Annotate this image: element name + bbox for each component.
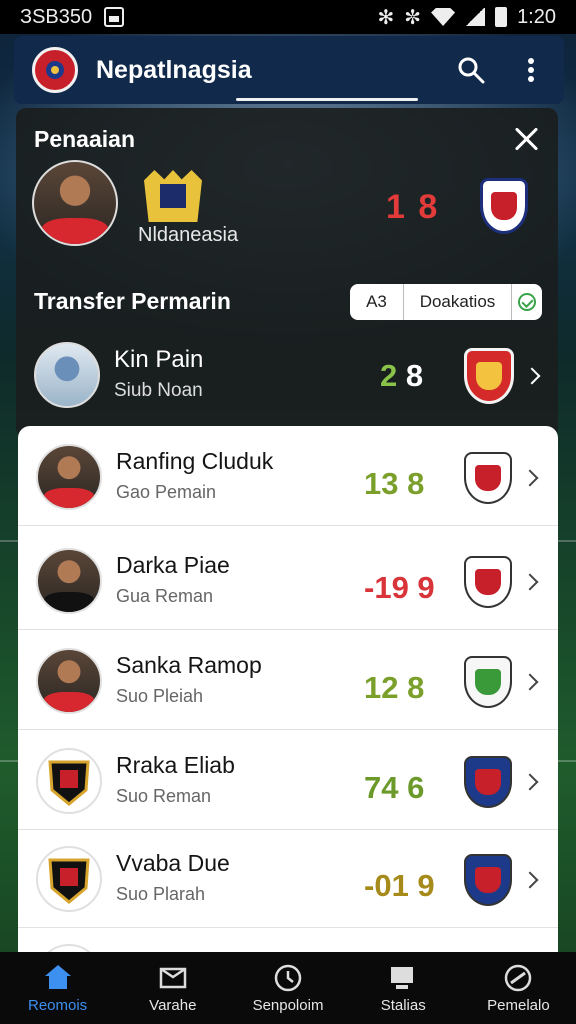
- battery-icon: [495, 7, 508, 27]
- list-item-score: 12 8: [364, 670, 425, 705]
- avatar: [36, 548, 102, 614]
- avatar: [32, 160, 118, 246]
- bluetooth-icon: ✻: [377, 6, 395, 29]
- opponent-crest-icon: [480, 178, 528, 234]
- avatar: [36, 444, 102, 510]
- player-score: 2 8: [380, 358, 424, 393]
- chevron-right-icon: [523, 367, 541, 385]
- nav-label: Senpoloim: [252, 996, 324, 1014]
- list-item[interactable]: Vvaba Due Suo Plarah -01 9: [18, 828, 558, 928]
- list-item-score: 13 8: [364, 466, 425, 501]
- nav-label: Reomois: [28, 996, 88, 1014]
- nav-label: Pemelalo: [487, 996, 550, 1014]
- status-left-text: ЗЅВ350: [20, 5, 93, 28]
- list-item-name: Ranfing Cluduk: [116, 448, 274, 474]
- signal-icon: [465, 8, 486, 26]
- clock-icon: [273, 963, 303, 991]
- status-time: 1:20: [517, 5, 556, 28]
- list-item[interactable]: Darka Piae Gua Reman -19 9: [18, 530, 558, 630]
- chevron-right-icon: [521, 773, 539, 791]
- club-crest-icon: [36, 748, 102, 814]
- segment-doakatios[interactable]: Doakatios: [404, 284, 512, 320]
- nav-item-varahe[interactable]: Varahe: [115, 952, 230, 1024]
- list-item-sub: Suo Pleiah: [116, 686, 204, 706]
- segmented-filter: A3 Doakatios: [350, 284, 542, 320]
- player-name: Kin Pain: [114, 346, 204, 373]
- search-icon[interactable]: [456, 55, 486, 85]
- list-item-sub: Suo Plarah: [116, 884, 206, 904]
- transfer-row[interactable]: Kin Pain Siub Noan 2 8: [32, 336, 542, 416]
- featured-score: 1 8: [386, 188, 440, 226]
- list-item-score: -19 9: [364, 570, 435, 605]
- list-item-name: Sanka Ramop: [116, 652, 262, 678]
- club-crest-icon: [36, 846, 102, 912]
- avatar: [34, 342, 100, 408]
- chevron-right-icon: [521, 573, 539, 591]
- list-item-score: 74 6: [364, 770, 425, 805]
- list-item-sub: Gao Pemain: [116, 482, 217, 502]
- featured-club-name: Nldaneasia: [138, 224, 239, 246]
- club-crest-icon: [464, 452, 512, 504]
- club-crest-icon: [144, 170, 202, 222]
- list-item-score: -01 9: [364, 868, 435, 903]
- nav-item-stalias[interactable]: Stalias: [346, 952, 461, 1024]
- vibrate-icon: ✼: [404, 6, 422, 29]
- list-item[interactable]: Rraka Eliab Suo Reman 74 6: [18, 730, 558, 830]
- avatar: [36, 648, 102, 714]
- chevron-right-icon: [521, 871, 539, 889]
- bottom-navigation: Reomois Varahe Senpoloim Stalias Pemelal…: [0, 952, 576, 1024]
- section-title: Transfer Permarin: [34, 288, 231, 314]
- nav-label: Stalias: [380, 996, 426, 1014]
- close-icon[interactable]: [512, 124, 542, 154]
- club-crest-icon: [464, 556, 512, 608]
- wifi-icon: [431, 8, 456, 26]
- nav-item-senpoloim[interactable]: Senpoloim: [230, 952, 345, 1024]
- club-crest-icon: [464, 854, 512, 906]
- nav-item-pemelalo[interactable]: Pemelalo: [461, 952, 576, 1024]
- chevron-right-icon: [521, 469, 539, 487]
- chevron-right-icon: [521, 673, 539, 691]
- app-bar-indicator: [236, 98, 418, 101]
- more-vert-icon[interactable]: [516, 55, 546, 85]
- player-sub: Siub Noan: [114, 380, 203, 401]
- player-list: Ranfing Cluduk Gao Pemain 13 8 Darka Pia…: [18, 426, 558, 986]
- club-crest-icon: [464, 656, 512, 708]
- list-item-name: Rraka Eliab: [116, 752, 235, 778]
- featured-player-card[interactable]: Nldaneasia 1 8: [32, 160, 542, 256]
- club-crest-icon: [464, 756, 512, 808]
- segment-confirm[interactable]: [512, 284, 542, 320]
- club-crest-icon: [464, 348, 514, 404]
- panel-title: Penaaian: [34, 126, 135, 152]
- photo-icon: [104, 7, 125, 27]
- app-bar: Nepatlnagsia: [14, 36, 564, 104]
- list-item-sub: Gua Reman: [116, 586, 214, 606]
- list-item-name: Darka Piae: [116, 552, 230, 578]
- nav-label: Varahe: [149, 996, 197, 1014]
- app-title: Nepatlnagsia: [96, 55, 252, 84]
- check-circle-icon: [518, 293, 536, 311]
- list-item-sub: Suo Reman: [116, 786, 212, 806]
- home-icon: [43, 963, 73, 991]
- segment-a3[interactable]: A3: [350, 284, 404, 320]
- list-item-name: Vvaba Due: [116, 850, 230, 876]
- list-item[interactable]: Ranfing Cluduk Gao Pemain 13 8: [18, 426, 558, 526]
- nav-item-reomois[interactable]: Reomois: [0, 952, 115, 1024]
- ball-icon: [503, 963, 533, 991]
- transfer-panel: Penaaian Nldaneasia 1 8 Transfer Permari…: [16, 108, 558, 438]
- status-bar: ЗЅВ350 ✻ ✼ 1:20: [0, 0, 576, 34]
- list-item[interactable]: Sanka Ramop Suo Pleiah 12 8: [18, 630, 558, 730]
- stats-icon: [388, 963, 418, 991]
- shirt-box-icon: [158, 963, 188, 991]
- club-logo-icon[interactable]: [32, 47, 78, 93]
